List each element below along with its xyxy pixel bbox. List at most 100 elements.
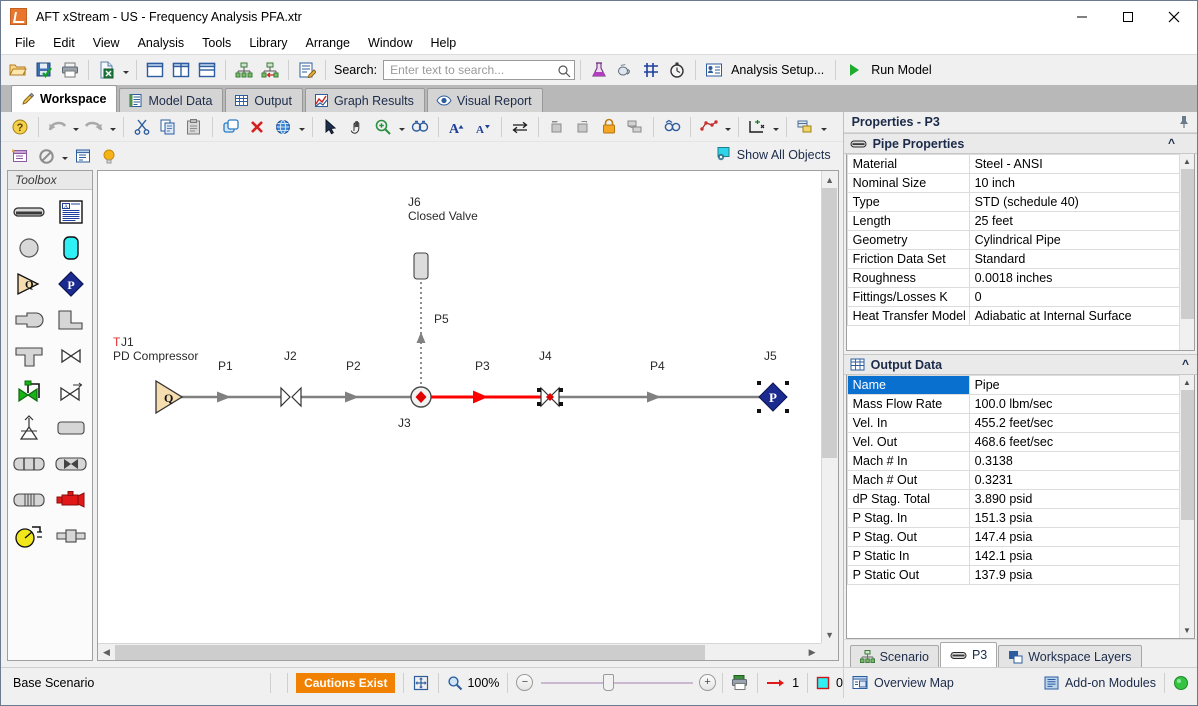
table-row[interactable]: Length 25 feet <box>846 211 1194 231</box>
scroll-up-arrow[interactable]: ▲ <box>1180 154 1194 169</box>
select-pointer-icon[interactable] <box>318 115 344 139</box>
pump-tool[interactable] <box>10 521 48 551</box>
minimize-button[interactable] <box>1059 1 1105 32</box>
pipe-properties-grid[interactable]: Material Steel - ANSI Nominal Size 10 inch… <box>845 154 1195 351</box>
show-object-status-icon[interactable] <box>744 115 770 139</box>
object-status-dropdown-caret[interactable] <box>770 115 781 139</box>
delete-icon[interactable] <box>244 115 270 139</box>
table-row[interactable]: P Stag. In 151.3 psia <box>846 508 1194 528</box>
output-value[interactable]: Pipe <box>968 375 1194 395</box>
arrange-dropdown-caret[interactable] <box>722 115 733 139</box>
output-value[interactable]: 468.6 feet/sec <box>968 432 1194 452</box>
table-row[interactable]: P Static Out 137.9 psia <box>846 565 1194 585</box>
menu-window[interactable]: Window <box>359 33 421 53</box>
layers-dropdown-caret[interactable] <box>818 115 829 139</box>
screen-tool[interactable] <box>10 485 48 515</box>
table-row[interactable]: Vel. Out 468.6 feet/sec <box>846 432 1194 452</box>
canvas-horizontal-scrollbar[interactable]: ◀ ▶ <box>98 643 821 660</box>
menu-view[interactable]: View <box>84 33 129 53</box>
reverse-direction-icon[interactable] <box>507 115 533 139</box>
open-file-icon[interactable] <box>5 58 31 82</box>
pipe-properties-scrollbar[interactable]: ▲ <box>1179 154 1194 350</box>
bend-tool[interactable] <box>52 305 90 335</box>
undo-icon[interactable] <box>44 115 70 139</box>
scroll-up-arrow[interactable]: ▲ <box>1180 375 1194 390</box>
show-all-objects-button[interactable]: Show All Objects <box>716 146 831 164</box>
canvas-vertical-scrollbar[interactable]: ▲ ▼ <box>820 171 838 643</box>
scenario-manager-icon[interactable] <box>231 58 257 82</box>
output-value[interactable]: 137.9 psia <box>968 565 1194 585</box>
copy-icon[interactable] <box>155 115 181 139</box>
scroll-thumb[interactable] <box>1180 390 1194 520</box>
tab-model-data[interactable]: Model Data <box>119 88 224 112</box>
output-value[interactable]: 142.1 psia <box>968 546 1194 566</box>
menu-analysis[interactable]: Analysis <box>129 33 194 53</box>
tab-workspace[interactable]: Workspace <box>11 85 118 112</box>
single-pane-layout-icon[interactable] <box>142 58 168 82</box>
annotation-tool[interactable]: A <box>52 197 90 227</box>
find-objects-icon[interactable] <box>407 115 433 139</box>
run-model-button[interactable]: Run Model <box>841 58 937 82</box>
undo-dropdown-caret[interactable] <box>70 115 81 139</box>
menu-help[interactable]: Help <box>421 33 465 53</box>
output-data-grid[interactable]: Name Pipe Mass Flow Rate 100.0 lbm/sec Vel… <box>845 375 1195 639</box>
output-value[interactable]: 0.3138 <box>968 451 1194 471</box>
prop-value[interactable]: Adiabatic at Internal Surface <box>968 306 1194 326</box>
close-button[interactable] <box>1151 1 1197 32</box>
menu-arrange[interactable]: Arrange <box>297 33 359 53</box>
table-row[interactable]: Material Steel - ANSI <box>846 154 1194 174</box>
tab-visual-report[interactable]: Visual Report <box>426 88 543 112</box>
table-row[interactable]: P Stag. Out 147.4 psia <box>846 527 1194 547</box>
transient-clock-icon[interactable] <box>664 58 690 82</box>
table-row[interactable]: Fittings/Losses K0 <box>846 287 1194 307</box>
steam-properties-icon[interactable] <box>612 58 638 82</box>
print-preview-icon[interactable] <box>731 674 749 691</box>
reservoir-tool[interactable] <box>52 233 90 263</box>
table-row[interactable]: Nominal Size 10 inch <box>846 173 1194 193</box>
assigned-pressure-tool[interactable]: P <box>52 269 90 299</box>
analysis-setup-button[interactable]: Analysis Setup... <box>701 58 830 82</box>
prop-value[interactable]: STD (schedule 40) <box>968 192 1194 212</box>
scroll-down-arrow[interactable]: ▼ <box>821 626 838 643</box>
control-valve-tool[interactable] <box>10 377 48 407</box>
scroll-down-arrow[interactable]: ▼ <box>1180 623 1194 638</box>
collapse-chevron-icon[interactable]: ^ <box>1182 357 1189 371</box>
tab-graph-results[interactable]: Graph Results <box>304 88 425 112</box>
fluid-properties-icon[interactable] <box>586 58 612 82</box>
prop-value[interactable]: Standard <box>968 249 1194 269</box>
pin-icon[interactable] <box>1178 115 1190 132</box>
heat-exchanger-tool[interactable] <box>10 449 48 479</box>
addon-modules-button[interactable]: Add-on Modules <box>1044 676 1156 690</box>
cut-icon[interactable] <box>129 115 155 139</box>
prop-value[interactable]: 0 <box>968 287 1194 307</box>
output-value[interactable]: 147.4 psia <box>968 527 1194 547</box>
search-text-field[interactable] <box>388 62 559 78</box>
send-backward-icon[interactable] <box>544 115 570 139</box>
pan-hand-icon[interactable] <box>344 115 370 139</box>
table-row[interactable]: Geometry Cylindrical Pipe <box>846 230 1194 250</box>
table-row[interactable]: Mass Flow Rate 100.0 lbm/sec <box>846 394 1194 414</box>
paste-icon[interactable] <box>181 115 207 139</box>
tab-p3[interactable]: P3 <box>939 642 998 667</box>
pipe-tool[interactable] <box>10 197 48 227</box>
table-row[interactable]: Mach # In 0.3138 <box>846 451 1194 471</box>
horizontal-scroll-thumb[interactable] <box>115 644 705 660</box>
export-dropdown-caret[interactable] <box>120 58 131 82</box>
table-row[interactable]: P Static In 142.1 psia <box>846 546 1194 566</box>
table-row[interactable]: Heat Transfer Model Adiabatic at Internal… <box>846 306 1194 326</box>
menu-library[interactable]: Library <box>240 33 296 53</box>
search-input[interactable] <box>383 60 576 80</box>
find-next-icon[interactable] <box>659 115 685 139</box>
output-value[interactable]: 0.3231 <box>968 470 1194 490</box>
relief-valve-tool[interactable] <box>10 413 48 443</box>
arrange-network-icon[interactable] <box>696 115 722 139</box>
prop-value[interactable]: Cylindrical Pipe <box>968 230 1194 250</box>
workspace-layers-icon[interactable] <box>792 115 818 139</box>
compressor-tool[interactable] <box>52 485 90 515</box>
no-filter-icon[interactable] <box>33 144 59 168</box>
scroll-thumb[interactable] <box>1180 169 1194 319</box>
dead-end-tool[interactable] <box>10 305 48 335</box>
prop-value[interactable]: Steel - ANSI <box>968 154 1194 174</box>
scroll-left-arrow[interactable]: ◀ <box>98 644 115 661</box>
output-value[interactable]: 3.890 psid <box>968 489 1194 509</box>
